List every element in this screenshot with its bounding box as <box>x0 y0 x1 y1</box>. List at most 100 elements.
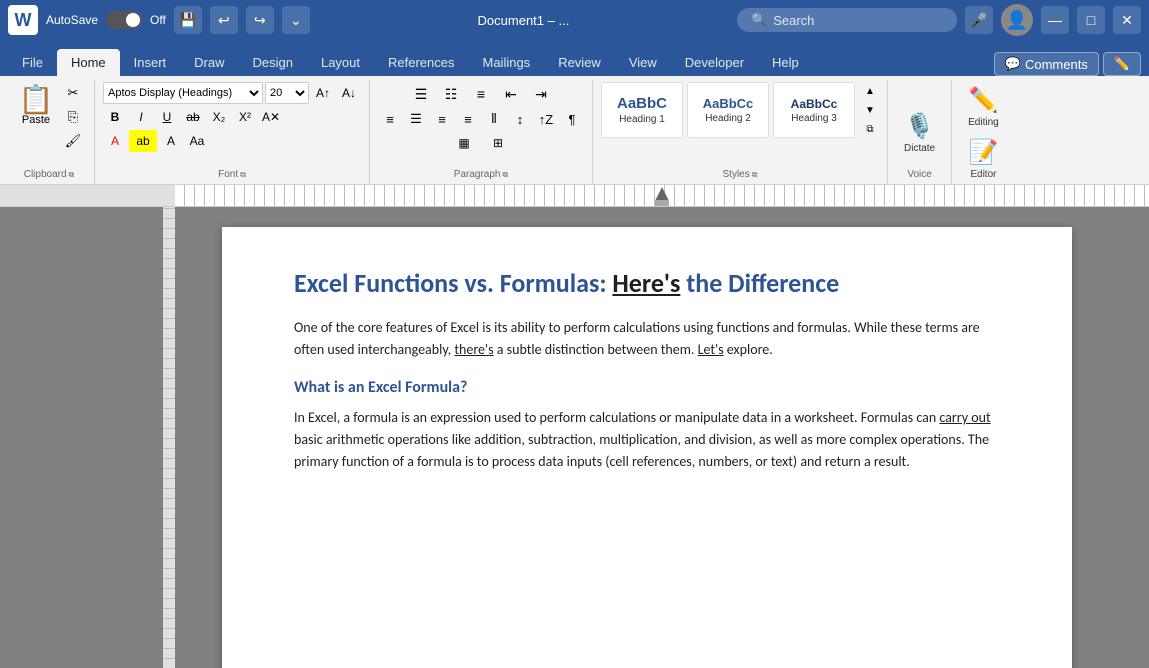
right-sidebar <box>1119 207 1149 668</box>
editor-group: ✏️ Editing 📝 Editor Editor <box>952 80 1015 184</box>
toggle-state-label: Off <box>150 13 166 27</box>
tab-references[interactable]: References <box>374 49 468 76</box>
paste-button[interactable]: 📋 Paste <box>12 82 60 130</box>
format-painter-button[interactable]: 🖌 <box>60 130 86 152</box>
style-heading2[interactable]: AaBbCc Heading 2 <box>687 82 769 138</box>
bold-button[interactable]: B <box>103 106 127 128</box>
clipboard-label: Clipboard <box>24 169 67 180</box>
editing-label: Editing <box>968 117 999 128</box>
styles-scroll-up[interactable]: ▲ <box>861 82 879 100</box>
voice-group-label: Voice <box>907 169 931 180</box>
paragraph-group-label: Paragraph <box>454 169 501 180</box>
align-left-button[interactable]: ≡ <box>378 108 402 130</box>
autosave-toggle[interactable] <box>106 11 142 29</box>
strikethrough-button[interactable]: ab <box>181 106 205 128</box>
styles-expand-icon[interactable]: ⧉ <box>752 170 758 180</box>
align-center-button[interactable]: ☰ <box>404 108 428 130</box>
clipboard-group: 📋 Paste ✂ ⎘ 🖌 Clipboard ⧉ <box>4 80 95 184</box>
font-selector[interactable]: Aptos Display (Headings) <box>103 82 263 104</box>
font-color-button[interactable]: A <box>103 130 127 152</box>
microphone-icon: 🎙️ <box>905 112 935 141</box>
copy-button[interactable]: ⎘ <box>60 106 86 128</box>
styles-expand-button[interactable]: ⧉ <box>861 120 879 138</box>
styles-scroll-down[interactable]: ▼ <box>861 101 879 119</box>
shading-button[interactable]: ▦ <box>448 132 480 154</box>
change-case-button[interactable]: Aa <box>185 130 209 152</box>
tab-insert[interactable]: Insert <box>120 49 181 76</box>
underline-button[interactable]: U <box>155 106 179 128</box>
document-page[interactable]: Excel Functions vs. Formulas: Here's the… <box>222 227 1072 668</box>
minimize-button[interactable]: — <box>1041 6 1069 34</box>
left-sidebar <box>0 207 175 668</box>
multilevel-list-button[interactable]: ≡ <box>467 82 495 106</box>
styles-scroll: ▲ ▼ ⧉ <box>861 82 879 138</box>
undo-button[interactable]: ↩ <box>210 6 238 34</box>
redo-button[interactable]: ↪ <box>246 6 274 34</box>
decrease-indent-button[interactable]: ⇤ <box>497 82 525 106</box>
dictate-button[interactable]: 🎙️ Dictate <box>896 108 943 158</box>
ribbon-tabs: File Home Insert Draw Design Layout Refe… <box>0 40 1149 76</box>
search-placeholder: Search <box>773 13 814 28</box>
search-icon: 🔍 <box>751 12 767 28</box>
tab-view[interactable]: View <box>615 49 671 76</box>
tab-help[interactable]: Help <box>758 49 813 76</box>
tab-draw[interactable]: Draw <box>180 49 238 76</box>
decrease-font-button[interactable]: A↓ <box>337 82 361 104</box>
search-bar[interactable]: 🔍 Search <box>737 8 957 32</box>
italic-button[interactable]: I <box>129 106 153 128</box>
tab-mailings[interactable]: Mailings <box>469 49 545 76</box>
font-size-selector[interactable]: 20 <box>265 82 309 104</box>
subtitle-1: What is an Excel Formula? <box>294 378 1000 397</box>
tab-design[interactable]: Design <box>239 49 307 76</box>
cut-button[interactable]: ✂ <box>60 82 86 104</box>
bullet-list-button[interactable]: ☰ <box>407 82 435 106</box>
border-button[interactable]: ⊞ <box>482 132 514 154</box>
tab-review[interactable]: Review <box>544 49 615 76</box>
tab-developer[interactable]: Developer <box>671 49 758 76</box>
paragraph-2: In Excel, a formula is an expression use… <box>294 407 1000 474</box>
increase-font-button[interactable]: A↑ <box>311 82 335 104</box>
editing-mode-button[interactable]: ✏️ <box>1103 52 1141 76</box>
superscript-button[interactable]: X² <box>233 106 257 128</box>
tab-file[interactable]: File <box>8 49 57 76</box>
close-button[interactable]: ✕ <box>1113 6 1141 34</box>
justify-button[interactable]: ≡ <box>456 108 480 130</box>
clipboard-expand-icon[interactable]: ⧉ <box>69 170 75 180</box>
increase-indent-button[interactable]: ⇥ <box>527 82 555 106</box>
align-right-button[interactable]: ≡ <box>430 108 454 130</box>
ruler-left-margin <box>0 185 175 206</box>
style-heading3[interactable]: AaBbCc Heading 3 <box>773 82 855 138</box>
font-expand-icon[interactable]: ⧉ <box>240 170 246 180</box>
numbered-list-button[interactable]: ☷ <box>437 82 465 106</box>
heading1-preview: AaBbC <box>606 95 678 112</box>
comments-icon: 💬 <box>1005 56 1021 72</box>
autosave-label: AutoSave <box>46 13 98 27</box>
para1-text: One of the core features of Excel is its… <box>294 319 980 358</box>
columns-button[interactable]: ⦀ <box>482 108 506 130</box>
text-effects-button[interactable]: A <box>159 130 183 152</box>
paragraph-expand-icon[interactable]: ⧉ <box>502 170 508 180</box>
maximize-button[interactable]: □ <box>1077 6 1105 34</box>
subscript-button[interactable]: X₂ <box>207 106 231 128</box>
mic-button[interactable]: 🎤 <box>965 6 993 34</box>
save-button[interactable]: 💾 <box>174 6 202 34</box>
title-bar: W AutoSave Off 💾 ↩ ↪ ⌄ Document1 – ... 🔍… <box>0 0 1149 40</box>
ruler-right <box>175 185 1149 206</box>
document-title: Document1 – ... <box>318 13 729 28</box>
tab-layout[interactable]: Layout <box>307 49 374 76</box>
editor-ai-icon: 📝 <box>968 138 998 167</box>
editor-group-label: Editor <box>970 169 996 180</box>
styles-group: AaBbC Heading 1 AaBbCc Heading 2 AaBbCc … <box>593 80 888 184</box>
customize-toolbar-button[interactable]: ⌄ <box>282 6 310 34</box>
clear-format-button[interactable]: A✕ <box>259 106 283 128</box>
highlight-button[interactable]: ab <box>129 130 157 152</box>
line-spacing-button[interactable]: ↕ <box>508 108 532 130</box>
style-heading1[interactable]: AaBbC Heading 1 <box>601 82 683 138</box>
editing-mode-dropdown[interactable]: ✏️ Editing <box>960 82 1007 132</box>
tab-home[interactable]: Home <box>57 49 120 76</box>
comments-button[interactable]: 💬 Comments <box>994 52 1099 76</box>
sort-button[interactable]: ↑Z <box>534 108 558 130</box>
show-marks-button[interactable]: ¶ <box>560 108 584 130</box>
user-avatar[interactable]: 👤 <box>1001 4 1033 36</box>
editor-icon: ✏️ <box>968 86 998 115</box>
